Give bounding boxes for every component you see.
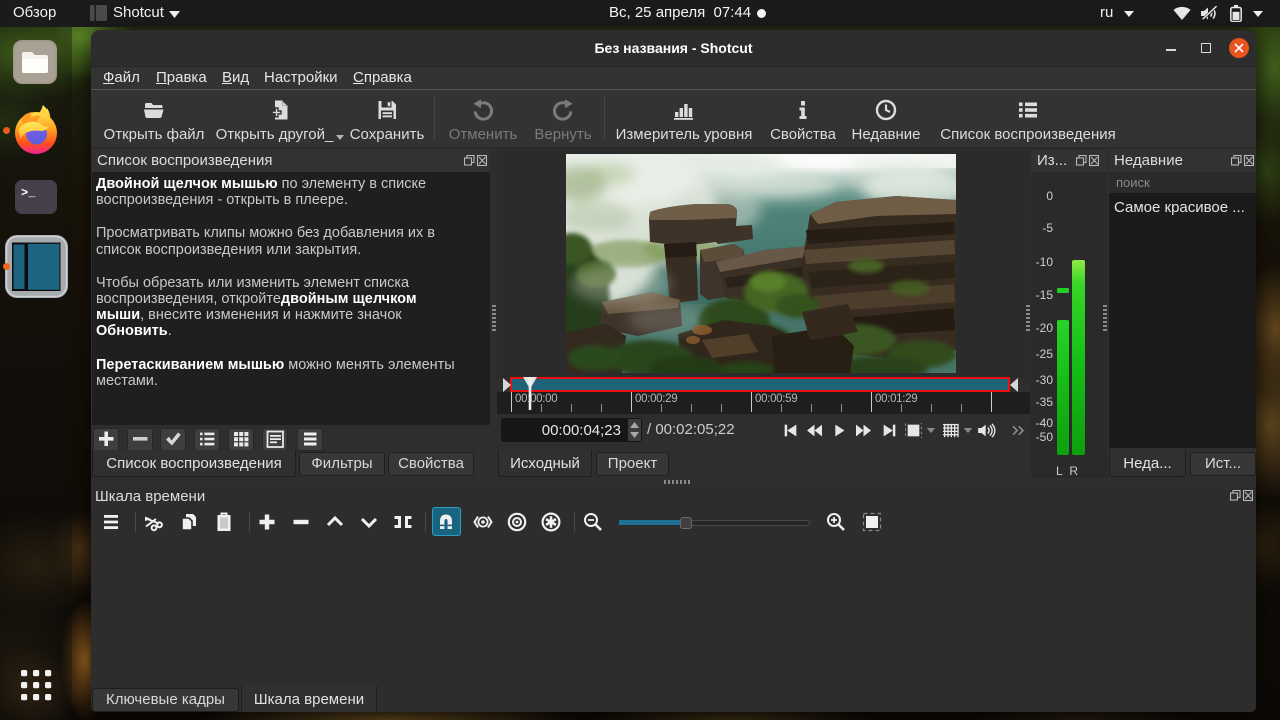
svg-text:>_: >_ <box>21 186 36 200</box>
